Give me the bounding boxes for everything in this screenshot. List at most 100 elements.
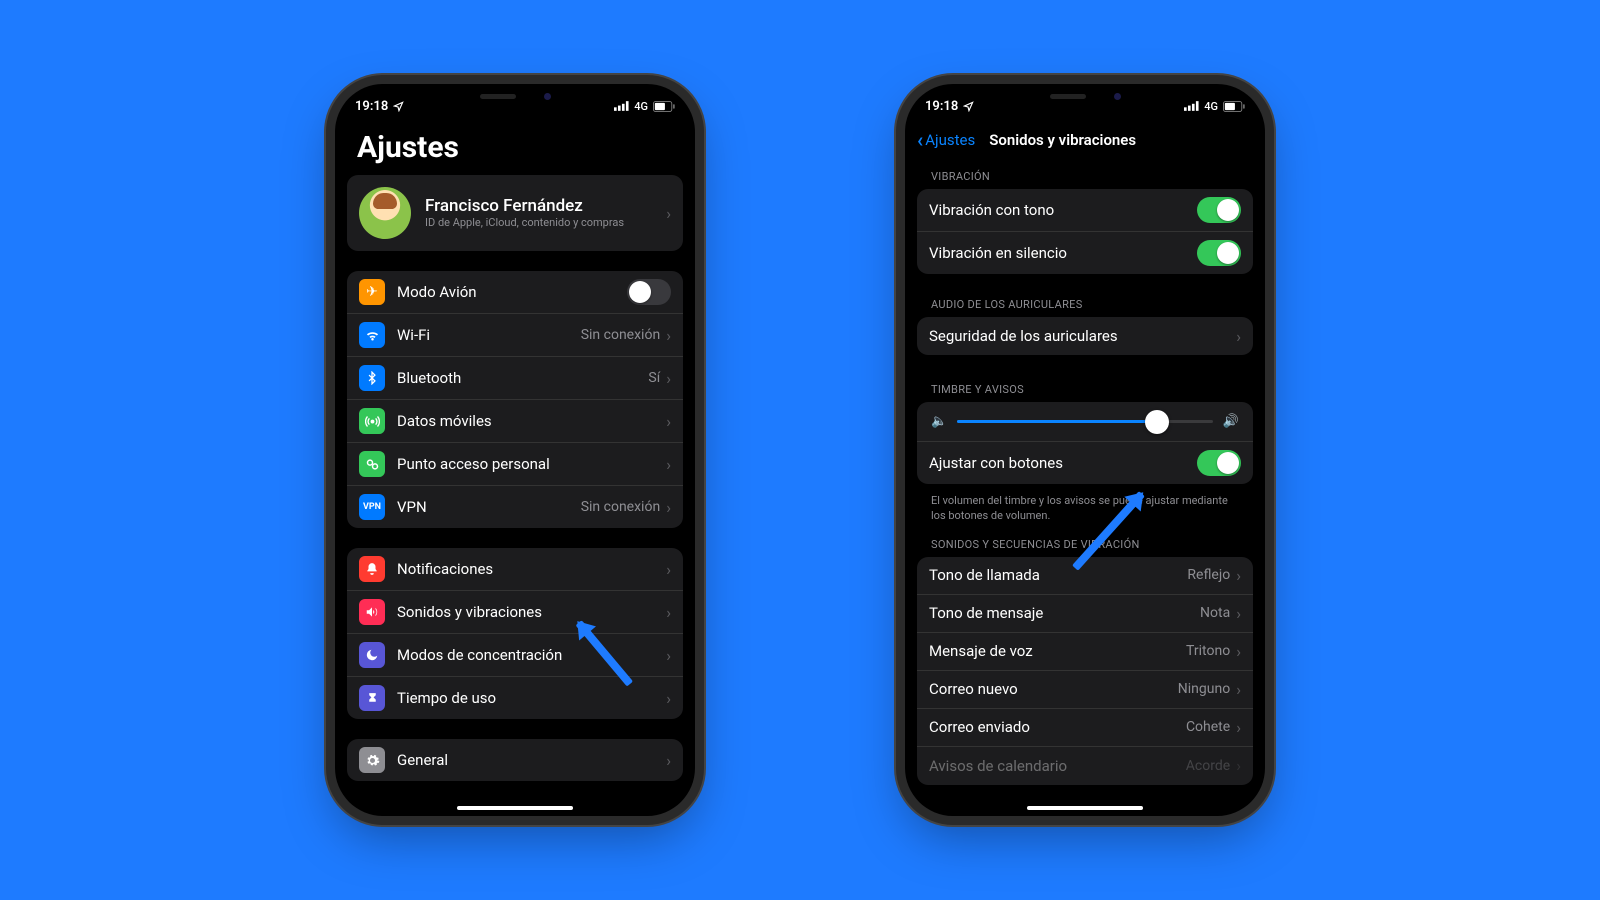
vib-silent-label: Vibración en silencio [929,244,1197,262]
screentime-label: Tiempo de uso [397,689,666,707]
vib-silent-toggle[interactable] [1197,240,1241,266]
row-wifi[interactable]: Wi-Fi Sin conexión › [347,314,683,357]
row-focus[interactable]: Modos de concentración › [347,634,683,677]
texttone-value: Nota [1200,605,1230,621]
row-sounds[interactable]: Sonidos y vibraciones › [347,591,683,634]
chevron-right-icon: › [666,498,671,517]
chevron-left-icon: ‹ [917,128,923,152]
chevron-right-icon: › [666,204,671,223]
chevron-right-icon: › [666,560,671,579]
cellular-icon [359,408,385,434]
section-vibration: VIBRACIÓN [905,170,1265,189]
texttone-label: Tono de mensaje [929,604,1200,622]
section-ringer: TIMBRE Y AVISOS [905,383,1265,402]
focus-label: Modos de concentración [397,646,666,664]
row-newmail[interactable]: Correo nuevo Ninguno › [917,671,1253,709]
vibration-group: Vibración con tono Vibración en silencio [917,189,1253,274]
connectivity-group: ✈︎ Modo Avión Wi-Fi Sin conexión › Bluet… [347,271,683,528]
row-vibrate-ring[interactable]: Vibración con tono [917,189,1253,232]
row-vibrate-silent[interactable]: Vibración en silencio [917,232,1253,274]
profile-group: Francisco Fernández ID de Apple, iCloud,… [347,175,683,251]
chevron-right-icon: › [1236,718,1241,737]
bell-icon [359,556,385,582]
row-calendar[interactable]: Avisos de calendario Acorde › [917,747,1253,785]
cell-signal-icon [614,101,629,111]
bt-label: Bluetooth [397,369,648,387]
nav-title: Sonidos y vibraciones [989,131,1136,149]
row-airplane[interactable]: ✈︎ Modo Avión [347,271,683,314]
vm-value: Tritono [1186,643,1230,659]
cal-label: Avisos de calendario [929,757,1186,775]
chevron-right-icon: › [1236,642,1241,661]
chevron-right-icon: › [666,455,671,474]
status-time: 19:18 [355,99,388,114]
general-label: General [397,751,666,769]
phone-right-sounds: 19:18 4G ‹ Ajustes Sonidos y vibraciones… [905,84,1265,816]
back-label: Ajustes [925,131,975,149]
chevron-right-icon: › [666,326,671,345]
row-headphone-safety[interactable]: Seguridad de los auriculares › [917,317,1253,355]
adjust-buttons-toggle[interactable] [1197,450,1241,476]
newmail-label: Correo nuevo [929,680,1178,698]
vib-ring-label: Vibración con tono [929,201,1197,219]
notch [440,84,590,108]
notif-label: Notificaciones [397,560,666,578]
phone-left-settings: 19:18 4G Ajustes Francisco Fernández ID … [335,84,695,816]
hotspot-icon [359,451,385,477]
bluetooth-icon [359,365,385,391]
back-button[interactable]: ‹ Ajustes [917,128,975,152]
row-screentime[interactable]: Tiempo de uso › [347,677,683,719]
chevron-right-icon: › [666,751,671,770]
vib-ring-toggle[interactable] [1197,197,1241,223]
chevron-right-icon: › [666,646,671,665]
bt-value: Sí [648,370,660,386]
ringer-slider[interactable] [957,420,1213,423]
airplane-icon: ✈︎ [359,279,385,305]
row-sentmail[interactable]: Correo enviado Cohete › [917,709,1253,747]
row-cellular[interactable]: Datos móviles › [347,400,683,443]
chevron-right-icon: › [666,603,671,622]
location-icon [393,101,404,112]
profile-row[interactable]: Francisco Fernández ID de Apple, iCloud,… [347,175,683,251]
alerts-group: Notificaciones › Sonidos y vibraciones ›… [347,548,683,719]
airplane-toggle[interactable] [627,279,671,305]
row-texttone[interactable]: Tono de mensaje Nota › [917,595,1253,633]
location-icon [963,101,974,112]
home-indicator[interactable] [1027,806,1143,810]
row-voicemail[interactable]: Mensaje de voz Tritono › [917,633,1253,671]
ringer-group: 🔈 🔊 Ajustar con botones [917,402,1253,484]
hotspot-label: Punto acceso personal [397,455,666,473]
section-headphone: AUDIO DE LOS AURICULARES [905,298,1265,317]
chevron-right-icon: › [1236,566,1241,585]
gear-icon [359,747,385,773]
wifi-value: Sin conexión [581,327,660,343]
battery-icon [1223,101,1245,112]
ringer-note: El volumen del timbre y los avisos se pu… [905,488,1265,538]
airplane-label: Modo Avión [397,283,627,301]
nav-bar: ‹ Ajustes Sonidos y vibraciones [905,122,1265,156]
cell-signal-icon [1184,101,1199,111]
headphone-safety-label: Seguridad de los auriculares [929,327,1236,345]
vpn-value: Sin conexión [581,499,660,515]
cell-label: Datos móviles [397,412,666,430]
avatar [359,187,411,239]
row-vpn[interactable]: VPN VPN Sin conexión › [347,486,683,528]
general-group: General › [347,739,683,781]
chevron-right-icon: › [1236,604,1241,623]
row-hotspot[interactable]: Punto acceso personal › [347,443,683,486]
row-general[interactable]: General › [347,739,683,781]
vpn-label: VPN [397,498,581,516]
row-bluetooth[interactable]: Bluetooth Sí › [347,357,683,400]
vpn-icon: VPN [359,494,385,520]
chevron-right-icon: › [666,369,671,388]
vm-label: Mensaje de voz [929,642,1186,660]
volume-low-icon: 🔈 [931,414,947,429]
row-adjust-buttons[interactable]: Ajustar con botones [917,441,1253,484]
profile-name: Francisco Fernández [425,196,666,216]
status-time: 19:18 [925,99,958,114]
moon-icon [359,642,385,668]
home-indicator[interactable] [457,806,573,810]
cal-value: Acorde [1186,758,1230,774]
row-notifications[interactable]: Notificaciones › [347,548,683,591]
ringtone-value: Reflejo [1187,567,1230,583]
